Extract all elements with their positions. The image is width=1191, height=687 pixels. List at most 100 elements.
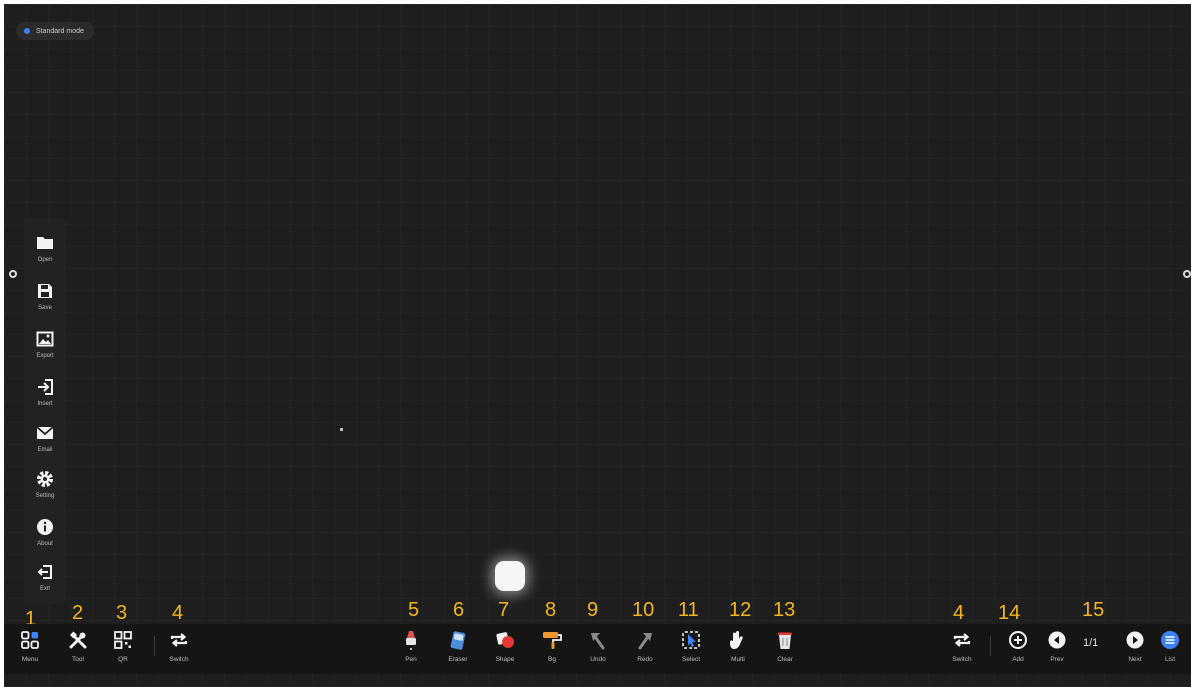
tools-icon xyxy=(69,631,87,649)
sidebar-item-setting[interactable]: Setting xyxy=(24,469,66,515)
pointer-dot xyxy=(340,428,343,431)
prev-page-button[interactable]: Prev xyxy=(1035,627,1079,675)
callout-4-right: 4 xyxy=(953,602,965,624)
switch-arrows-icon xyxy=(953,633,971,647)
undo-label: Undo xyxy=(590,656,606,663)
list-label: List xyxy=(1164,656,1176,663)
insert-icon xyxy=(38,379,53,395)
callout-11: 11 xyxy=(678,599,699,621)
redo-button[interactable]: Redo xyxy=(623,627,667,675)
clear-button[interactable]: Clear xyxy=(763,627,807,675)
mail-icon xyxy=(36,426,54,439)
undo-arrow-icon xyxy=(591,633,605,650)
sidebar-item-label: Email xyxy=(37,447,53,453)
side-menu: Open Save Export Insert Email Setting Ab… xyxy=(24,219,66,604)
bottom-toolbar: Menu Tool QR Switch Pen Eraser Shape Bg … xyxy=(4,624,1191,674)
qr-button[interactable]: QR xyxy=(101,627,145,675)
redo-label: Redo xyxy=(637,656,653,663)
callout-2: 2 xyxy=(72,602,84,624)
callout-10: 10 xyxy=(632,599,655,621)
select-cursor-icon xyxy=(682,631,700,649)
switch-arrows-icon xyxy=(170,633,188,647)
sidebar-item-save[interactable]: Save xyxy=(24,281,66,327)
qr-label: QR xyxy=(118,656,128,663)
select-label: Select xyxy=(681,656,701,663)
sidebar-item-label: Insert xyxy=(37,401,53,407)
shape-label: Shape xyxy=(495,656,515,663)
image-icon xyxy=(36,331,54,347)
sidebar-item-insert[interactable]: Insert xyxy=(24,377,66,423)
eraser-label: Eraser xyxy=(448,656,468,663)
eraser-button[interactable]: Eraser xyxy=(436,627,480,675)
bg-label: Bg xyxy=(548,656,556,663)
redo-arrow-icon xyxy=(638,633,652,650)
sidebar-item-about[interactable]: About xyxy=(24,517,66,563)
trash-icon xyxy=(778,632,792,649)
callout-9: 9 xyxy=(587,599,599,621)
list-icon xyxy=(1161,631,1179,649)
callout-4-left: 4 xyxy=(172,602,184,624)
chevron-left-icon xyxy=(1048,631,1066,649)
floating-toolbar-toggle[interactable] xyxy=(495,561,525,591)
sidebar-item-export[interactable]: Export xyxy=(24,329,66,375)
sidebar-item-label: Setting xyxy=(35,493,55,499)
next-label: Next xyxy=(1128,656,1142,663)
chevron-right-icon xyxy=(1126,631,1144,649)
tool-label: Tool xyxy=(72,656,84,663)
menu-label: Menu xyxy=(21,656,39,663)
tool-button[interactable]: Tool xyxy=(56,627,100,675)
pen-icon xyxy=(406,631,416,650)
toolbar-divider xyxy=(154,636,155,656)
page-indicator: 1/1 xyxy=(1083,637,1099,649)
pen-label: Pen xyxy=(405,656,417,663)
info-icon xyxy=(37,519,53,535)
hand-gesture-icon xyxy=(730,631,743,649)
sidebar-item-label: Export xyxy=(36,353,54,359)
sidebar-item-label: Save xyxy=(38,305,52,311)
callout-15: 15 xyxy=(1082,599,1105,621)
menu-button[interactable]: Menu xyxy=(8,627,52,675)
sidebar-item-email[interactable]: Email xyxy=(24,423,66,469)
callout-7: 7 xyxy=(498,599,510,621)
save-icon xyxy=(38,284,52,298)
callout-14: 14 xyxy=(998,602,1021,624)
paint-roller-icon xyxy=(543,632,562,649)
switch-button-left[interactable]: Switch xyxy=(157,627,201,675)
sidebar-item-open[interactable]: Open xyxy=(24,233,66,279)
eraser-icon xyxy=(450,631,466,650)
mode-indicator[interactable]: Standard mode xyxy=(16,22,94,40)
undo-button[interactable]: Undo xyxy=(576,627,620,675)
mode-label: Standard mode xyxy=(36,27,84,35)
page-list-button[interactable]: List xyxy=(1148,627,1191,675)
plus-circle-icon xyxy=(1009,631,1027,649)
callout-13: 13 xyxy=(773,599,796,621)
shape-icon xyxy=(496,632,514,648)
whiteboard-canvas[interactable]: Standard mode Open Save Export Insert Em… xyxy=(4,4,1191,687)
clear-label: Clear xyxy=(777,656,793,663)
background-button[interactable]: Bg xyxy=(530,627,574,675)
multi-label: Multi xyxy=(731,656,745,663)
toolbar-divider xyxy=(990,636,991,656)
switch-right-label: Switch xyxy=(952,656,972,663)
callout-3: 3 xyxy=(116,602,128,624)
left-panel-handle[interactable] xyxy=(9,270,17,278)
gear-icon xyxy=(37,471,53,487)
add-page-button[interactable]: Add xyxy=(996,627,1040,675)
callout-12: 12 xyxy=(729,599,752,621)
callout-5: 5 xyxy=(408,599,420,621)
select-button[interactable]: Select xyxy=(669,627,713,675)
right-panel-handle[interactable] xyxy=(1183,270,1191,278)
sidebar-item-label: Open xyxy=(37,257,53,263)
pen-button[interactable]: Pen xyxy=(389,627,433,675)
add-label: Add xyxy=(1012,656,1024,663)
shape-button[interactable]: Shape xyxy=(483,627,527,675)
prev-label: Prev xyxy=(1050,656,1064,663)
apps-grid-icon xyxy=(21,631,39,649)
sidebar-item-exit[interactable]: Exit xyxy=(24,562,66,608)
callout-8: 8 xyxy=(545,599,557,621)
switch-button-right[interactable]: Switch xyxy=(940,627,984,675)
qr-code-icon xyxy=(114,631,132,649)
switch-label: Switch xyxy=(169,656,189,663)
multi-touch-button[interactable]: Multi xyxy=(716,627,760,675)
sidebar-item-label: Exit xyxy=(39,586,50,592)
